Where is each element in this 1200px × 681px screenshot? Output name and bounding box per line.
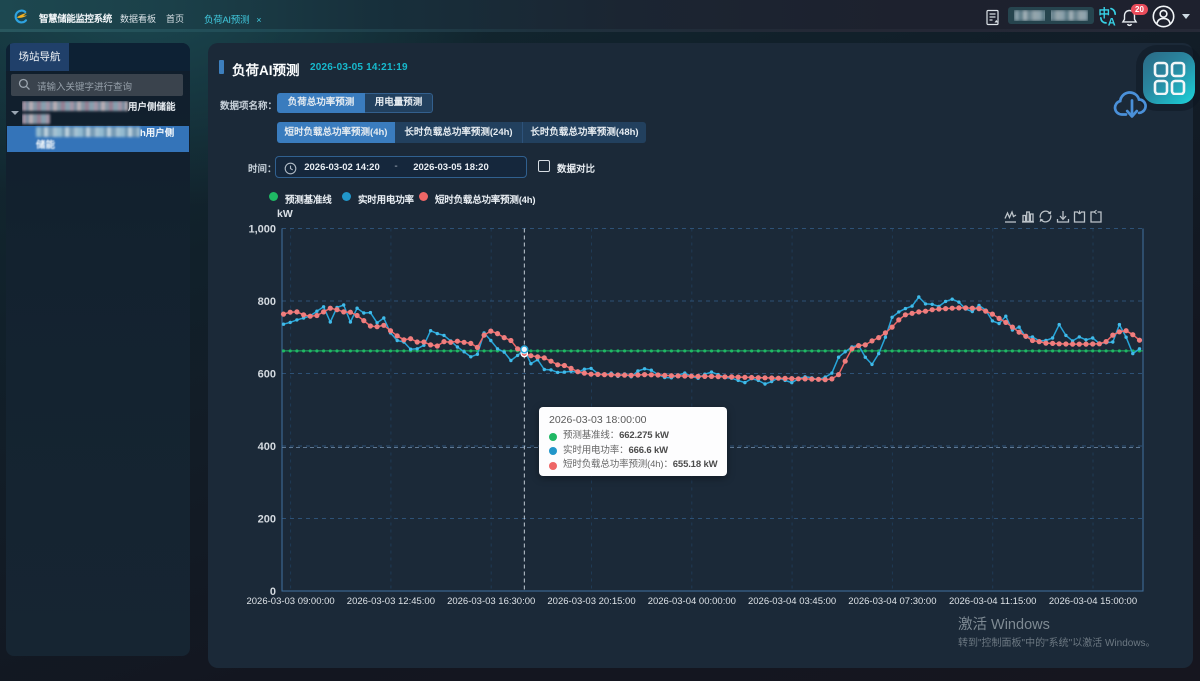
svg-text:2026-03-04 00:00:00: 2026-03-04 00:00:00 — [648, 596, 736, 607]
svg-text:2026-03-03 16:30:00: 2026-03-03 16:30:00 — [447, 596, 535, 607]
svg-text:800: 800 — [258, 296, 276, 308]
svg-text:2026-03-03 12:45:00: 2026-03-03 12:45:00 — [347, 596, 435, 607]
svg-text:2026-03-03 09:00:00: 2026-03-03 09:00:00 — [246, 596, 334, 607]
svg-text:2026-03-04 11:15:00: 2026-03-04 11:15:00 — [949, 596, 1037, 607]
svg-text:200: 200 — [258, 514, 276, 526]
svg-text:2026-03-04 07:30:00: 2026-03-04 07:30:00 — [848, 596, 936, 607]
svg-text:kW: kW — [277, 208, 293, 220]
svg-text:600: 600 — [258, 369, 276, 381]
svg-text:A: A — [1108, 17, 1116, 27]
svg-text:1,000: 1,000 — [248, 224, 276, 236]
svg-text:2026-03-04 15:00:00: 2026-03-04 15:00:00 — [1049, 596, 1137, 607]
svg-text:2026-03-04 03:45:00: 2026-03-04 03:45:00 — [748, 596, 836, 607]
svg-text:400: 400 — [258, 441, 276, 453]
svg-text:2026-03-03 20:15:00: 2026-03-03 20:15:00 — [547, 596, 635, 607]
